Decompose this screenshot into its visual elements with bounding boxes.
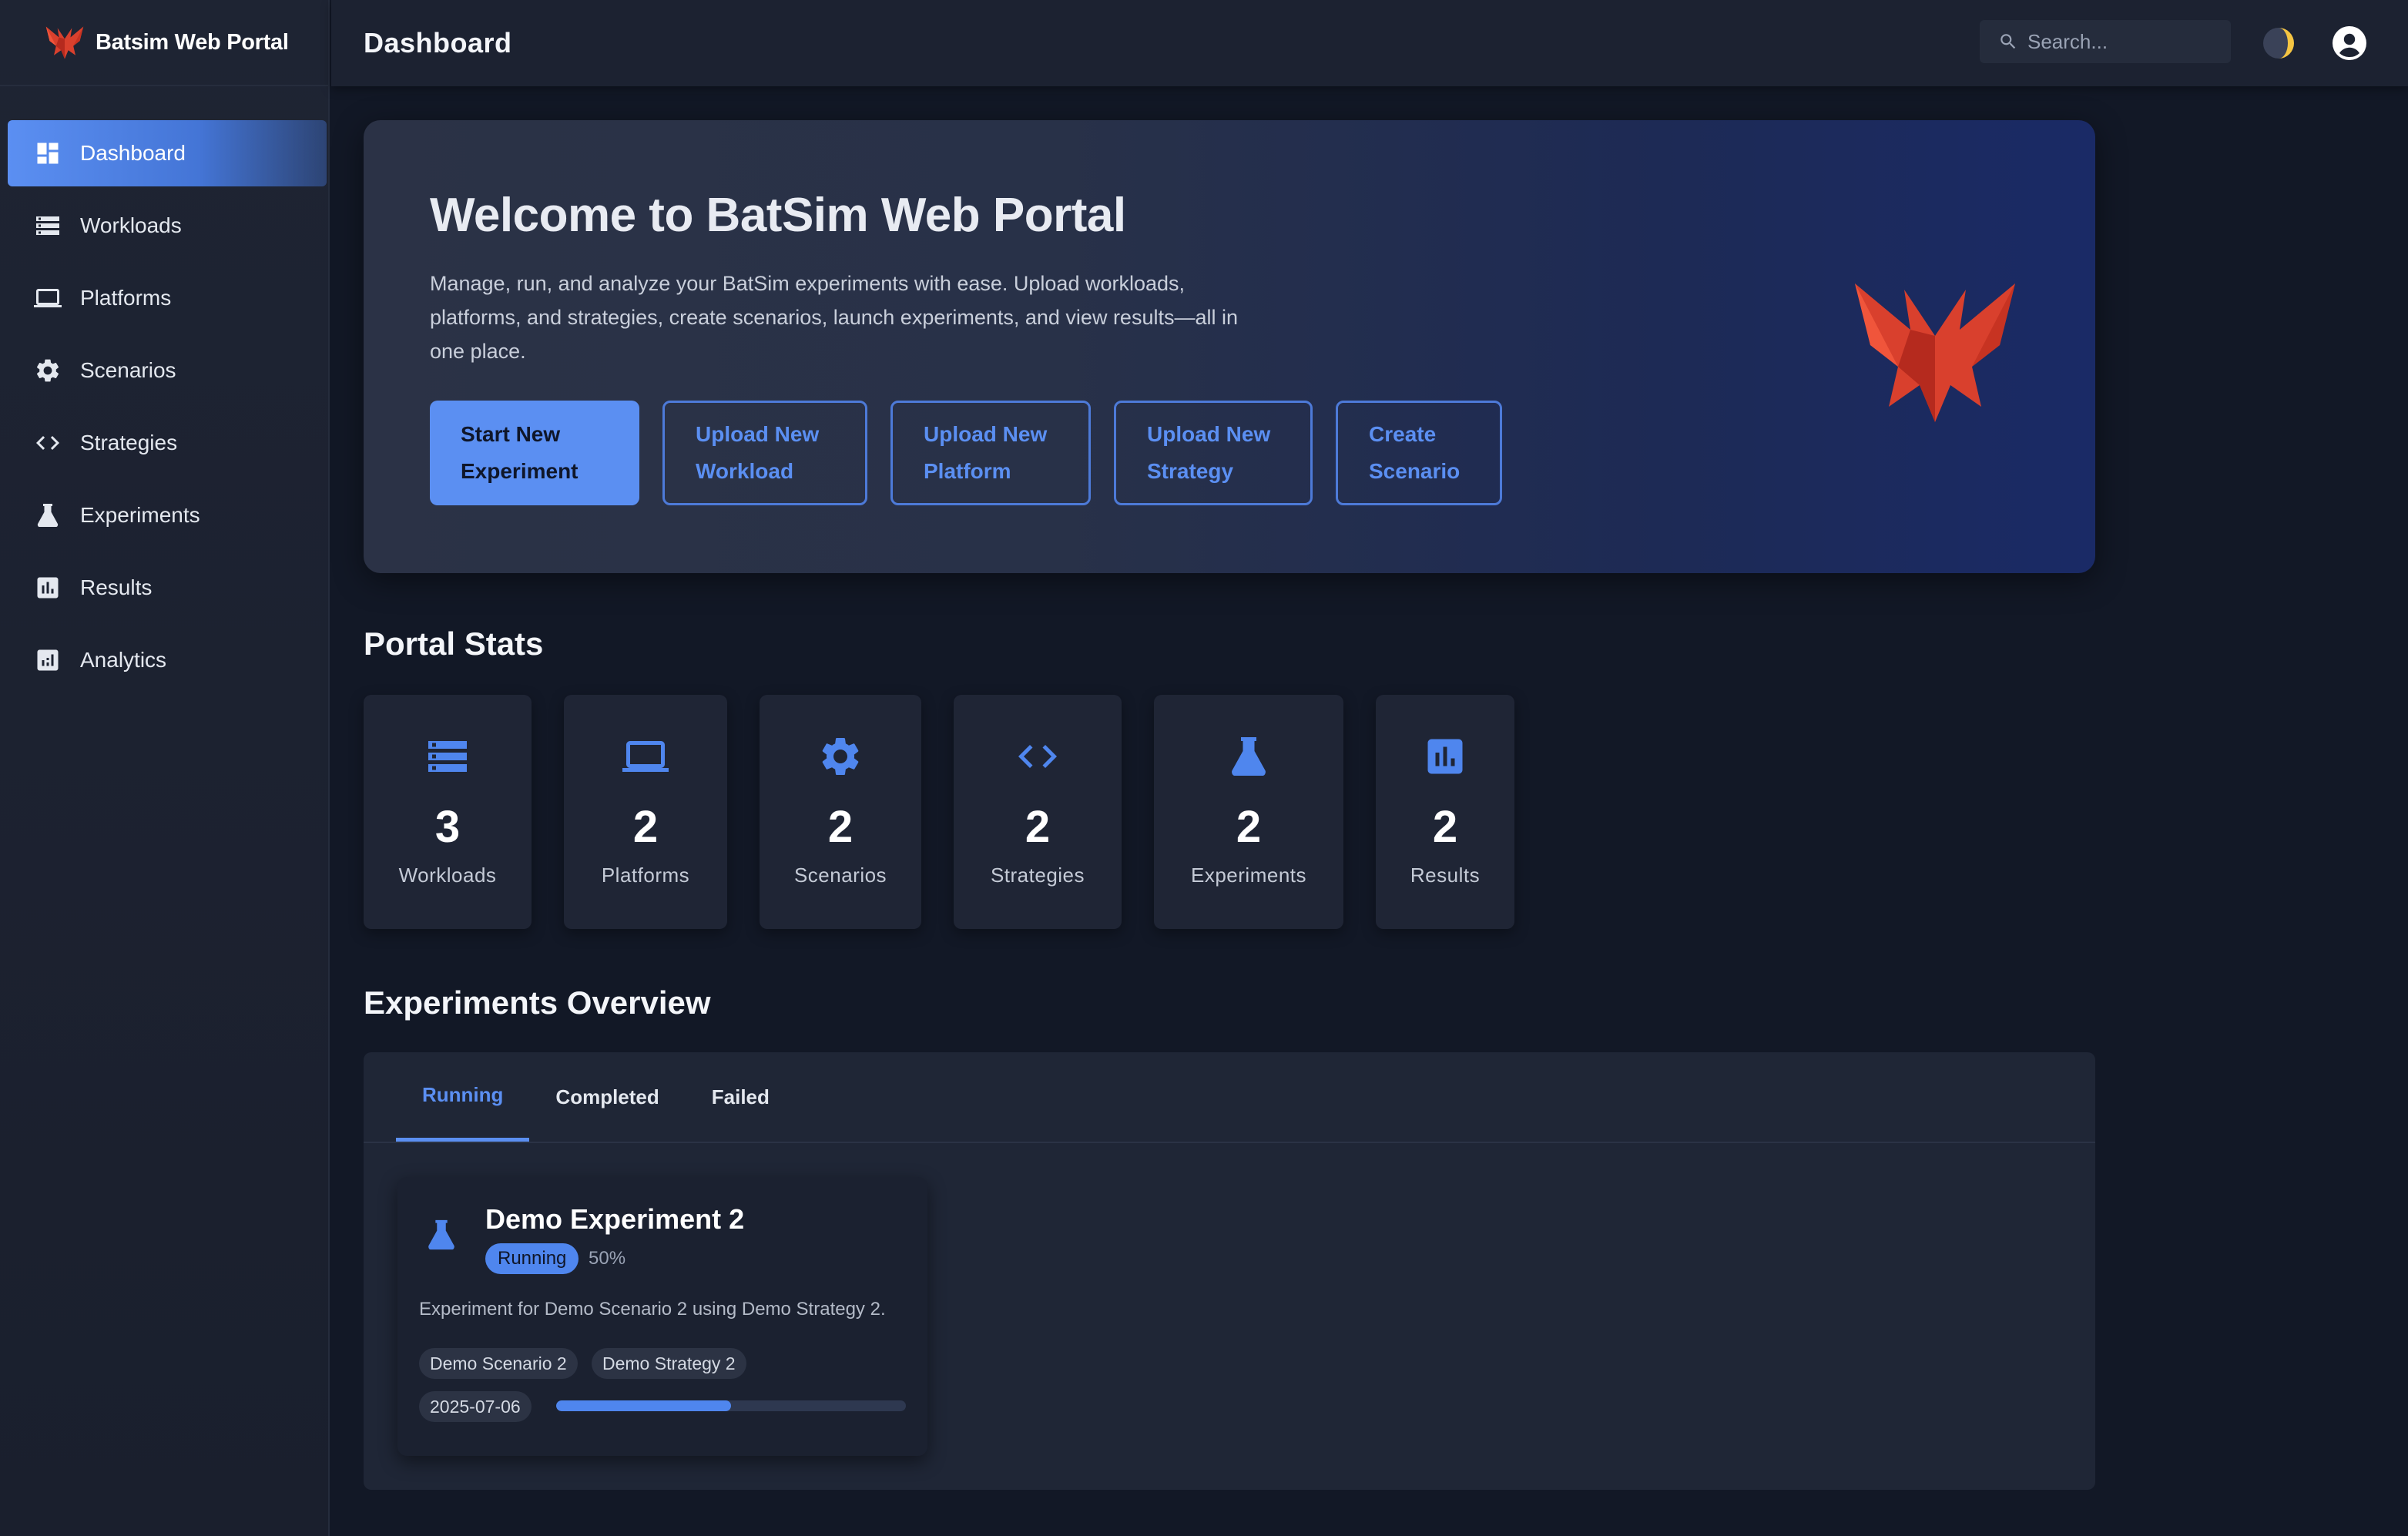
status-badge: Running bbox=[485, 1243, 579, 1274]
hero-actions: Start New Experiment Upload New Workload… bbox=[430, 401, 1525, 505]
gear-icon bbox=[760, 733, 921, 780]
sidebar: Batsim Web Portal Dashboard Workloads Pl… bbox=[0, 0, 330, 1536]
progress-bar bbox=[556, 1400, 906, 1411]
create-scenario-button[interactable]: Create Scenario bbox=[1336, 401, 1502, 505]
bar-chart-icon bbox=[1376, 733, 1514, 780]
dashboard-icon bbox=[32, 138, 63, 169]
analytics-icon bbox=[32, 645, 63, 676]
stat-value: 2 bbox=[827, 802, 854, 852]
stat-card-strategies[interactable]: 2 Strategies bbox=[954, 695, 1122, 929]
portal-stats-title: Portal Stats bbox=[364, 625, 544, 662]
bar-chart-icon bbox=[32, 572, 63, 603]
experiments-overview-title: Experiments Overview bbox=[364, 984, 711, 1021]
strategy-chip: Demo Strategy 2 bbox=[592, 1348, 746, 1379]
experiment-description: Experiment for Demo Scenario 2 using Dem… bbox=[419, 1299, 886, 1320]
sidebar-nav: Dashboard Workloads Platforms Scenarios … bbox=[0, 120, 328, 693]
top-bar: Dashboard bbox=[331, 0, 2408, 86]
sidebar-item-label: Workloads bbox=[80, 213, 182, 237]
search-box[interactable] bbox=[1980, 20, 2231, 63]
stat-label: Workloads bbox=[398, 864, 497, 887]
welcome-hero: Welcome to BatSim Web Portal Manage, run… bbox=[364, 120, 2095, 573]
start-experiment-button[interactable]: Start New Experiment bbox=[430, 401, 639, 505]
stat-card-platforms[interactable]: 2 Platforms bbox=[564, 695, 727, 929]
stat-card-scenarios[interactable]: 2 Scenarios bbox=[760, 695, 921, 929]
brand[interactable]: Batsim Web Portal bbox=[0, 0, 328, 86]
experiment-tabs: Running Completed Failed bbox=[396, 1052, 796, 1142]
stat-label: Platforms bbox=[601, 864, 690, 887]
experiment-card[interactable]: Demo Experiment 2 Running 50% Experiment… bbox=[397, 1177, 927, 1456]
sidebar-item-label: Analytics bbox=[80, 648, 167, 672]
user-account-icon[interactable] bbox=[2331, 25, 2368, 62]
sidebar-item-label: Dashboard bbox=[80, 141, 186, 165]
sidebar-item-label: Results bbox=[80, 575, 153, 599]
hero-title: Welcome to BatSim Web Portal bbox=[430, 189, 1126, 242]
flask-icon bbox=[424, 1217, 459, 1253]
sidebar-item-label: Platforms bbox=[80, 286, 172, 310]
laptop-icon bbox=[32, 283, 63, 314]
stat-label: Results bbox=[1410, 864, 1481, 887]
experiments-panel: Running Completed Failed Demo Experiment… bbox=[364, 1052, 2095, 1490]
hero-description: Manage, run, and analyze your BatSim exp… bbox=[430, 272, 1238, 363]
search-icon bbox=[2001, 34, 2016, 49]
page-title: Dashboard bbox=[364, 27, 512, 59]
stat-card-results[interactable]: 2 Results bbox=[1376, 695, 1514, 929]
server-stack-icon bbox=[32, 210, 63, 241]
sidebar-item-label: Strategies bbox=[80, 431, 178, 454]
stat-label: Strategies bbox=[990, 864, 1085, 887]
sidebar-item-experiments[interactable]: Experiments bbox=[8, 482, 327, 548]
stat-card-workloads[interactable]: 3 Workloads bbox=[364, 695, 532, 929]
stat-value: 2 bbox=[1025, 802, 1051, 852]
bat-logo-icon bbox=[1843, 274, 2027, 428]
tab-running[interactable]: Running bbox=[396, 1052, 530, 1142]
tab-divider bbox=[364, 1142, 2095, 1143]
sidebar-item-results[interactable]: Results bbox=[8, 555, 327, 621]
upload-strategy-button[interactable]: Upload New Strategy bbox=[1114, 401, 1313, 505]
stat-value: 2 bbox=[1236, 802, 1262, 852]
tab-completed[interactable]: Completed bbox=[529, 1052, 685, 1142]
sidebar-item-label: Experiments bbox=[80, 503, 200, 527]
sidebar-item-scenarios[interactable]: Scenarios bbox=[8, 337, 327, 404]
scenario-chip: Demo Scenario 2 bbox=[419, 1348, 578, 1379]
stat-card-experiments[interactable]: 2 Experiments bbox=[1154, 695, 1343, 929]
app-title: Batsim Web Portal bbox=[96, 29, 289, 55]
progress-bar-fill bbox=[556, 1400, 731, 1411]
theme-toggle-icon[interactable] bbox=[2260, 25, 2297, 62]
sidebar-item-platforms[interactable]: Platforms bbox=[8, 265, 327, 331]
server-stack-icon bbox=[364, 733, 532, 780]
flask-icon bbox=[32, 500, 63, 531]
progress-percent: 50% bbox=[589, 1248, 626, 1269]
code-icon bbox=[954, 733, 1122, 780]
stat-value: 2 bbox=[1432, 802, 1458, 852]
sidebar-item-analytics[interactable]: Analytics bbox=[8, 627, 327, 693]
flask-icon bbox=[1154, 733, 1343, 780]
date-chip: 2025-07-06 bbox=[419, 1391, 532, 1422]
tab-failed[interactable]: Failed bbox=[686, 1052, 796, 1142]
search-input[interactable] bbox=[2027, 29, 2220, 54]
sidebar-item-dashboard[interactable]: Dashboard bbox=[8, 120, 327, 186]
stat-label: Scenarios bbox=[793, 864, 887, 887]
stat-label: Experiments bbox=[1191, 864, 1306, 887]
bat-logo-icon bbox=[43, 23, 86, 62]
stat-value: 2 bbox=[632, 802, 659, 852]
upload-workload-button[interactable]: Upload New Workload bbox=[662, 401, 867, 505]
laptop-icon bbox=[564, 733, 727, 780]
sidebar-item-label: Scenarios bbox=[80, 358, 176, 382]
sidebar-item-workloads[interactable]: Workloads bbox=[8, 193, 327, 259]
stat-value: 3 bbox=[434, 802, 461, 852]
upload-platform-button[interactable]: Upload New Platform bbox=[890, 401, 1091, 505]
gear-icon bbox=[32, 355, 63, 386]
experiment-name: Demo Experiment 2 bbox=[485, 1203, 745, 1235]
code-icon bbox=[32, 428, 63, 458]
sidebar-item-strategies[interactable]: Strategies bbox=[8, 410, 327, 476]
